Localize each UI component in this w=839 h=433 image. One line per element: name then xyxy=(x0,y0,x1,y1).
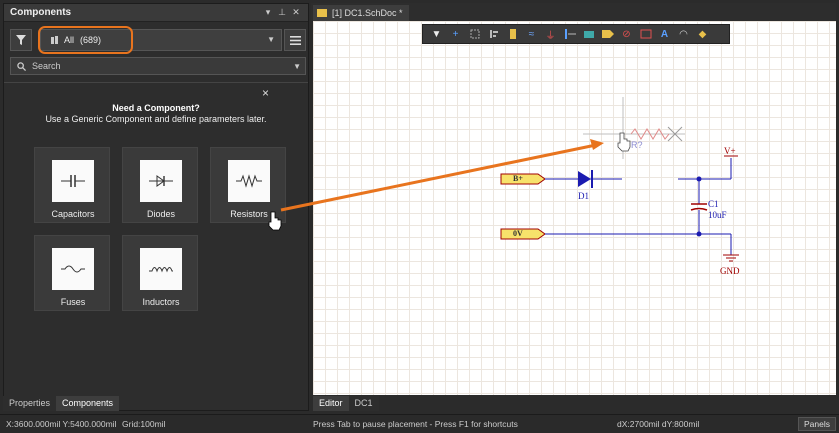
document-tab-label: [1] DC1.SchDoc * xyxy=(332,8,403,18)
schematic-editor-canvas[interactable]: ▼ + ≈ ⏚ ⊘ A ◠ ◆ B+ 0V D1 C1 10uF V+ GND … xyxy=(313,21,836,395)
tile-inductors[interactable]: Inductors xyxy=(122,235,198,311)
tab-dc1[interactable]: DC1 xyxy=(348,396,379,411)
panel-tab-bar: Properties Components xyxy=(3,396,120,411)
resistor-icon xyxy=(228,160,270,202)
grid-size: Grid:100mil xyxy=(122,419,166,429)
power-port-label: V+ xyxy=(724,146,736,156)
tile-capacitors[interactable]: Capacitors xyxy=(34,147,110,223)
net-port-0v xyxy=(500,228,546,240)
filter-icon xyxy=(16,35,26,45)
panels-button[interactable]: Panels xyxy=(798,417,836,431)
tile-label: Resistors xyxy=(230,209,268,219)
need-component-description: Use a Generic Component and define param… xyxy=(45,114,267,124)
net-label-0v: 0V xyxy=(513,229,523,238)
diode-symbol xyxy=(578,171,591,187)
divider xyxy=(4,82,308,83)
inductor-icon xyxy=(140,248,182,290)
editor-tab-bar: Editor DC1 xyxy=(313,396,379,411)
filter-row: All (689) ▼ xyxy=(10,26,306,54)
tab-editor[interactable]: Editor xyxy=(313,396,349,411)
close-icon[interactable]: × xyxy=(262,86,269,100)
close-panel-icon[interactable]: ✕ xyxy=(290,7,302,18)
panel-menu-icon[interactable]: ▾ xyxy=(262,7,274,18)
net-port-b-plus xyxy=(500,173,546,185)
tab-components[interactable]: Components xyxy=(56,396,120,411)
panel-options-button[interactable] xyxy=(284,29,306,51)
capacitor-plate xyxy=(690,207,708,211)
tile-label: Capacitors xyxy=(51,209,95,219)
search-placeholder: Search xyxy=(32,61,61,71)
tile-label: Fuses xyxy=(60,297,86,307)
document-tab-bar: [1] DC1.SchDoc * xyxy=(311,3,836,21)
library-highlight-callout xyxy=(38,26,133,54)
ground-label: GND xyxy=(720,266,740,276)
fuse-icon xyxy=(52,248,94,290)
cursor-coordinates: X:3600.000mil Y:5400.000mil xyxy=(6,419,117,429)
status-message: Press Tab to pause placement - Press F1 … xyxy=(313,419,518,429)
junction-dot xyxy=(696,231,702,237)
schematic-document-icon xyxy=(317,9,327,17)
pin-icon[interactable]: ⊥ xyxy=(276,7,288,18)
diode-designator: D1 xyxy=(578,191,589,201)
components-panel: Components ▾ ⊥ ✕ All (689) ▼ Search ▼ × … xyxy=(3,3,309,411)
junction-dot xyxy=(696,176,702,182)
tile-fuses[interactable]: Fuses xyxy=(34,235,110,311)
panel-title: Components xyxy=(10,7,72,18)
tile-label: Inductors xyxy=(142,297,180,307)
net-label-b-plus: B+ xyxy=(513,174,523,183)
tile-label: Diodes xyxy=(146,209,175,219)
chevron-down-icon: ▼ xyxy=(267,35,275,44)
search-icon xyxy=(17,61,26,71)
hamburger-icon xyxy=(289,35,301,45)
need-component-title: Need a Component? xyxy=(112,103,200,113)
cursor-delta: dX:2700mil dY:800mil xyxy=(617,419,700,429)
panel-header: Components ▾ ⊥ ✕ xyxy=(4,4,308,22)
diode-icon xyxy=(140,160,182,202)
document-tab[interactable]: [1] DC1.SchDoc * xyxy=(313,5,409,21)
capacitor-icon xyxy=(52,160,94,202)
search-input[interactable]: Search ▼ xyxy=(10,57,306,75)
filter-button[interactable] xyxy=(10,29,32,51)
status-bar: X:3600.000mil Y:5400.000mil Grid:100mil … xyxy=(0,414,839,433)
ghost-resistor-designator: R? xyxy=(631,140,643,150)
tile-resistors[interactable]: Resistors xyxy=(210,147,286,223)
tab-properties[interactable]: Properties xyxy=(3,396,57,411)
capacitor-designator: C1 xyxy=(708,199,719,209)
chevron-down-icon: ▼ xyxy=(293,62,301,71)
capacitor-value: 10uF xyxy=(708,210,727,220)
tile-diodes[interactable]: Diodes xyxy=(122,147,198,223)
schematic-drawing xyxy=(500,97,739,262)
